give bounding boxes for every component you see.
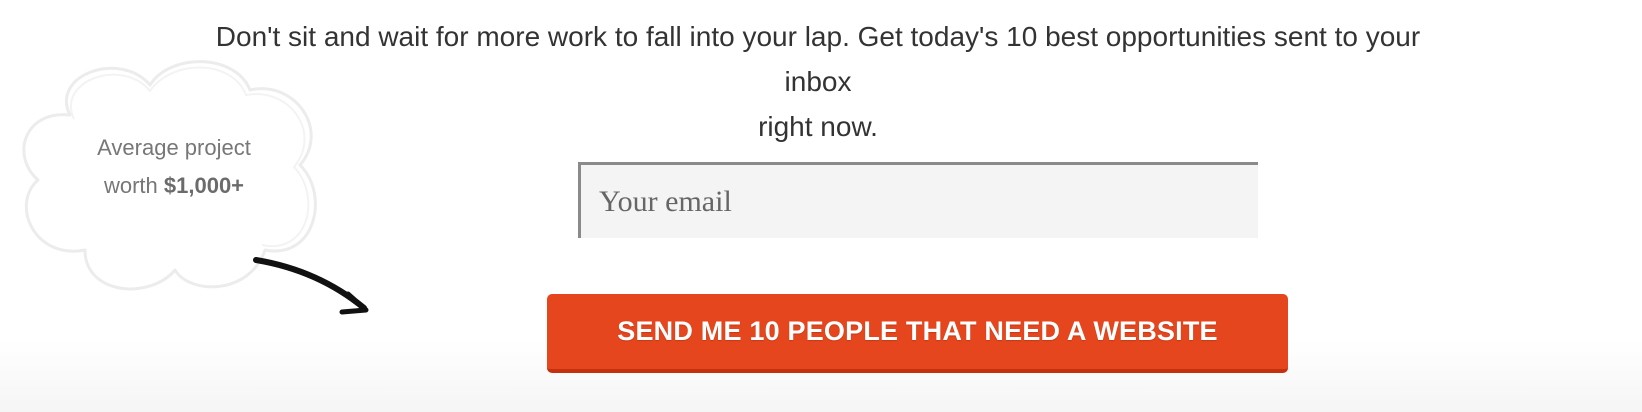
headline-line-1: Don't sit and wait for more work to fall… bbox=[215, 21, 1421, 97]
callout-line-2-prefix: worth bbox=[103, 173, 164, 198]
callout-line-1: Average project bbox=[97, 135, 251, 160]
headline-line-2: right now. bbox=[758, 111, 878, 142]
email-input[interactable] bbox=[578, 162, 1258, 238]
callout-amount: $1,000+ bbox=[163, 173, 245, 198]
send-opportunities-button[interactable]: SEND ME 10 PEOPLE THAT NEED A WEBSITE bbox=[547, 294, 1288, 373]
cloud-callout: Average project worth $1,000+ bbox=[78, 129, 270, 205]
headline: Don't sit and wait for more work to fall… bbox=[200, 14, 1436, 149]
curved-arrow-icon bbox=[253, 257, 369, 315]
